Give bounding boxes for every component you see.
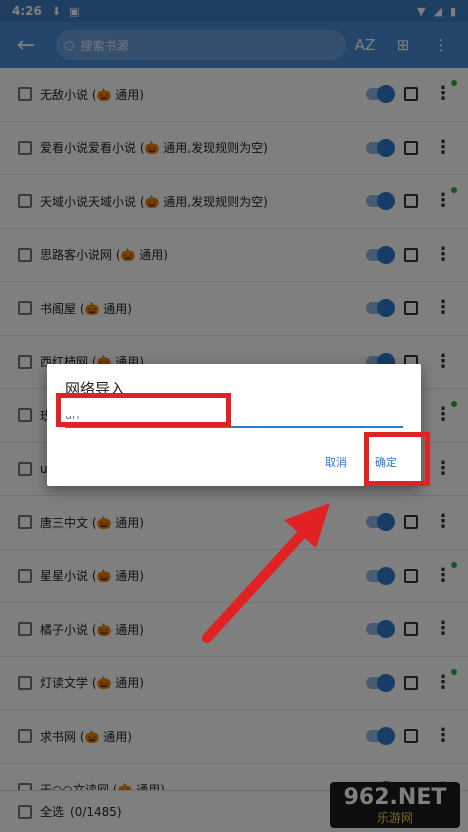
pointer-arrow-icon	[202, 503, 330, 643]
